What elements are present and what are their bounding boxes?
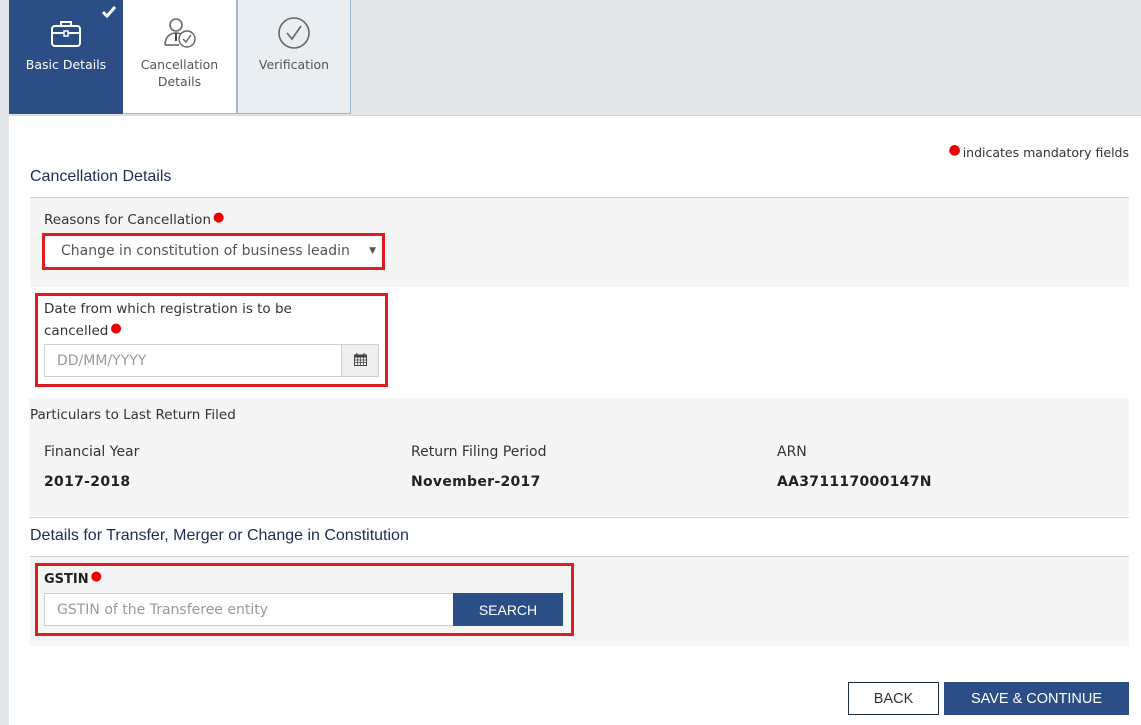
gstin-input[interactable]: GSTIN of the Transferee entity — [44, 593, 454, 626]
form-page: ● indicates mandatory fields Cancellation… — [9, 115, 1141, 725]
tab-label: Basic Details — [25, 57, 107, 72]
calendar-icon — [353, 351, 367, 370]
last-return-title: Particulars to Last Return Filed — [30, 407, 236, 423]
search-button[interactable]: SEARCH — [453, 593, 563, 626]
checkmark-icon — [101, 5, 117, 22]
tab-cancellation-details[interactable]: Cancellation Details — [123, 0, 237, 114]
required-marker: ● — [213, 210, 225, 225]
reason-select[interactable]: Change in constitution of business leadi… — [45, 236, 382, 267]
divider — [30, 517, 1129, 518]
required-marker: ● — [90, 569, 102, 584]
date-input[interactable]: DD/MM/YYYY — [44, 344, 342, 377]
tab-label: Cancellation Details — [140, 57, 219, 89]
mandatory-note: ● indicates mandatory fields — [948, 142, 1129, 160]
return-period-value: November-2017 — [411, 474, 541, 490]
tab-verification[interactable]: Verification — [237, 0, 351, 114]
return-period-label: Return Filing Period — [411, 444, 547, 460]
section-title-transfer: Details for Transfer, Merger or Change i… — [30, 527, 409, 544]
briefcase-icon — [50, 16, 82, 50]
date-label: Date from which registration is to be ca… — [44, 301, 292, 339]
back-button[interactable]: BACK — [848, 682, 939, 715]
wizard-tabs: Basic Details Cancellation Details Verif… — [9, 0, 351, 115]
required-dot-icon: ● — [948, 142, 961, 158]
gstin-label: GSTIN ● — [44, 569, 102, 587]
financial-year-value: 2017-2018 — [44, 474, 131, 490]
check-circle-icon — [277, 16, 311, 50]
tab-label: Verification — [258, 57, 330, 72]
arn-label: ARN — [777, 444, 807, 460]
required-marker: ● — [110, 321, 122, 336]
dropdown-caret-icon: ▼ — [369, 246, 376, 256]
reason-label: Reasons for Cancellation ● — [44, 210, 225, 228]
save-continue-button[interactable]: SAVE & CONTINUE — [944, 682, 1129, 715]
arn-value: AA371117000147N — [777, 474, 932, 490]
calendar-button[interactable] — [341, 344, 379, 377]
user-check-icon — [163, 16, 197, 50]
financial-year-label: Financial Year — [44, 444, 140, 460]
section-title-cancellation: Cancellation Details — [30, 168, 172, 185]
tab-basic-details[interactable]: Basic Details — [9, 0, 123, 114]
